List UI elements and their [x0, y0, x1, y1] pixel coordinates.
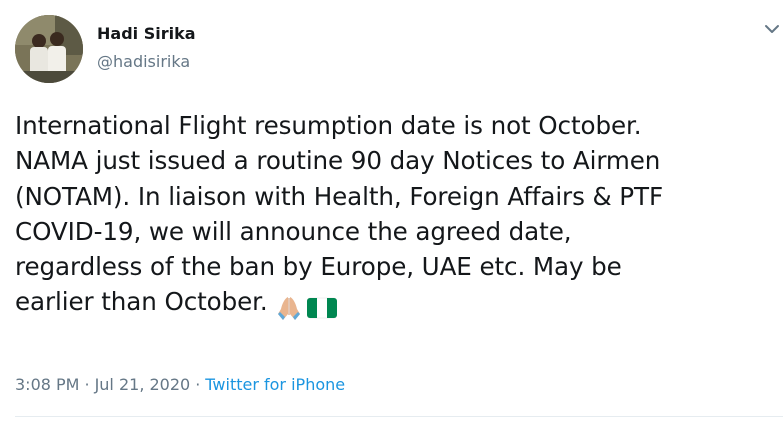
meta-separator-2: · — [195, 375, 201, 394]
author-handle[interactable]: @hadisirika — [97, 52, 190, 72]
tweet-meta: 3:08 PM · Jul 21, 2020 · Twitter for iPhone — [15, 374, 345, 396]
author-name[interactable]: Hadi Sirika — [97, 24, 196, 44]
avatar-photo — [15, 15, 83, 83]
nigeria-flag-emoji — [306, 298, 337, 319]
tweet-source-link[interactable]: Twitter for iPhone — [205, 375, 345, 394]
folded-hands-emoji — [277, 297, 300, 321]
tweet-date[interactable]: Jul 21, 2020 — [95, 375, 191, 394]
meta-separator: · — [84, 375, 90, 394]
tweet-emojis — [274, 289, 337, 324]
chevron-down-icon[interactable] — [761, 18, 783, 40]
tweet-text-content: International Flight resumption date is … — [15, 111, 663, 317]
tweet-time[interactable]: 3:08 PM — [15, 375, 79, 394]
avatar[interactable] — [15, 15, 83, 83]
tweet-card: Hadi Sirika @hadisirika International Fl… — [0, 0, 783, 423]
divider — [15, 416, 783, 417]
tweet-text: International Flight resumption date is … — [15, 108, 775, 325]
